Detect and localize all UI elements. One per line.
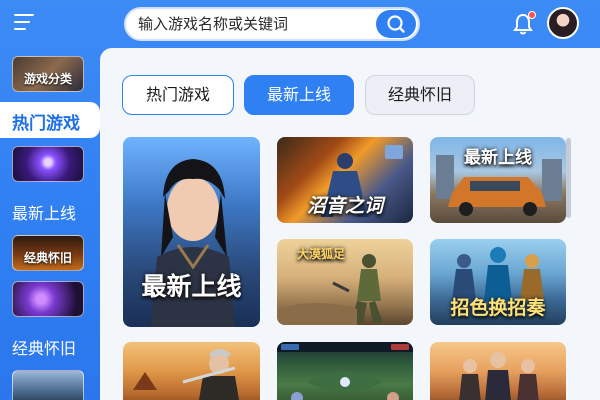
sidebar-item-game-category[interactable]: 游戏分类	[12, 56, 84, 92]
card-title: 招色换招奏	[450, 297, 546, 319]
game-card[interactable]	[123, 342, 260, 400]
tab-new-releases[interactable]: 最新上线	[244, 75, 354, 115]
card-art	[277, 342, 413, 400]
sidebar-item-thumb-7[interactable]	[12, 370, 84, 400]
sidebar-item-label: 游戏分类	[23, 72, 72, 86]
sidebar-item-thumb-2[interactable]	[12, 146, 84, 182]
card-title: 最新上线	[141, 272, 242, 301]
game-card[interactable]: 沼音之词	[277, 137, 413, 223]
game-card[interactable]: 大漠狐足	[277, 239, 413, 325]
search-button[interactable]	[376, 10, 416, 38]
card-title: 沼音之词	[306, 195, 383, 217]
scrollbar[interactable]	[566, 138, 571, 218]
notification-bell[interactable]	[512, 11, 536, 36]
search-icon	[387, 15, 405, 33]
menu-icon[interactable]	[14, 14, 36, 32]
sidebar: 游戏分类 热门游戏 最新上线 经典怀旧 经典怀旧	[0, 50, 100, 400]
game-card[interactable]: 招色换招奏	[430, 239, 566, 325]
notification-dot	[528, 11, 536, 19]
sidebar-item-label: 热门游戏	[12, 114, 80, 134]
sidebar-item-classic[interactable]: 经典怀旧	[12, 235, 84, 271]
avatar[interactable]	[547, 7, 579, 39]
card-title: 最新上线	[464, 148, 532, 168]
content-panel: 热门游戏 最新上线 经典怀旧 最新上线 沼音之词 最新上线 大漠狐足 招色换招奏	[100, 48, 600, 400]
sidebar-item-hot-games[interactable]: 热门游戏	[0, 102, 100, 138]
search-box	[124, 7, 420, 41]
game-card[interactable]	[430, 342, 566, 400]
tab-hot-games[interactable]: 热门游戏	[122, 75, 234, 115]
tab-classic[interactable]: 经典怀旧	[365, 75, 475, 115]
game-card[interactable]	[277, 342, 413, 400]
search-input[interactable]	[138, 9, 378, 39]
sidebar-item-thumb-5[interactable]	[12, 281, 84, 317]
sidebar-item-classic-2[interactable]: 经典怀旧	[12, 335, 76, 359]
sidebar-item-new-releases[interactable]: 最新上线	[12, 200, 76, 224]
game-card[interactable]: 最新上线	[430, 137, 566, 223]
card-title: 大漠狐足	[296, 247, 345, 261]
card-art	[133, 349, 239, 400]
sidebar-item-label: 经典怀旧	[23, 251, 72, 265]
game-card[interactable]: 最新上线	[123, 137, 260, 327]
card-art	[459, 352, 539, 400]
top-bar	[0, 0, 600, 50]
